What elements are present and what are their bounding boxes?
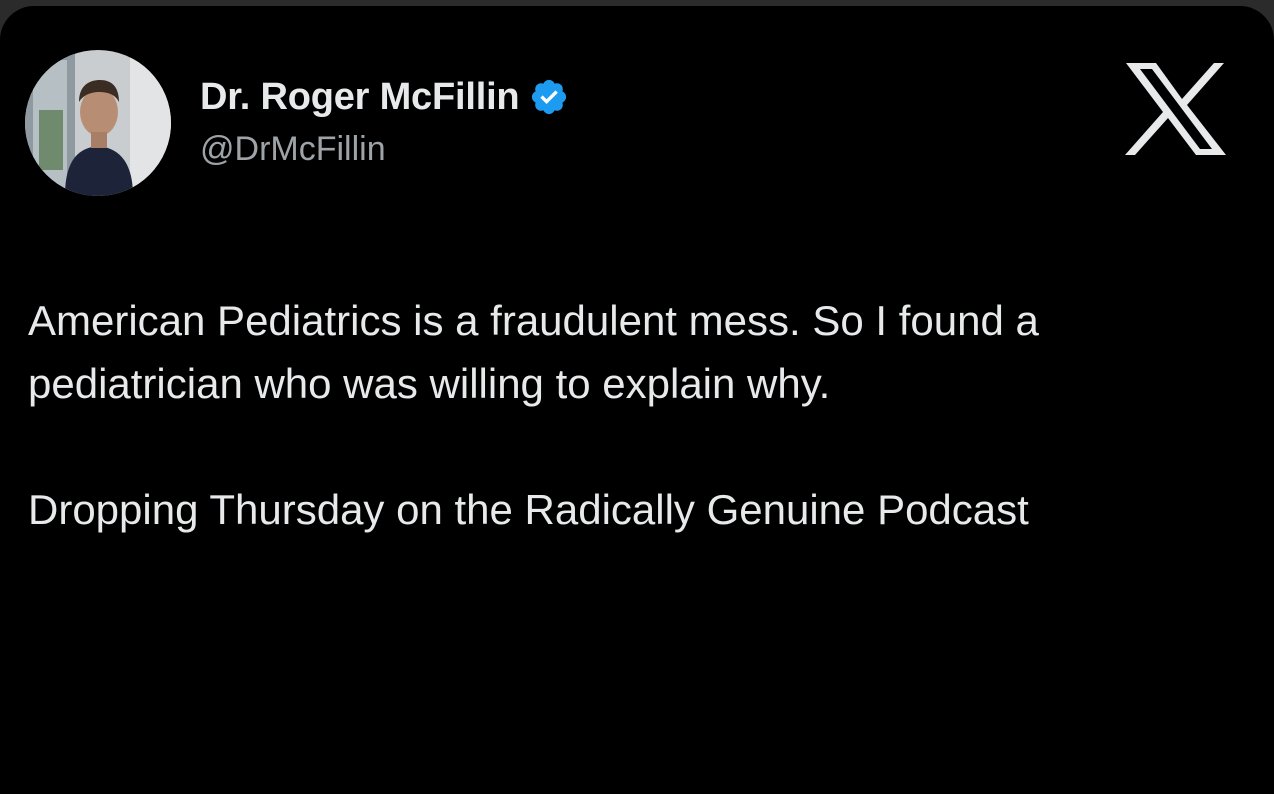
x-logo-icon[interactable] [1124,61,1228,157]
author-display-name[interactable]: Dr. Roger McFillin [200,76,520,119]
tweet-paragraph: American Pediatrics is a fraudulent mess… [28,297,1039,407]
tweet-paragraph: Dropping Thursday on the Radically Genui… [28,486,1029,533]
tweet-text: American Pediatrics is a fraudulent mess… [28,289,1228,541]
profile-photo [25,50,171,196]
author-handle[interactable]: @DrMcFillin [200,130,386,169]
author-name-row: Dr. Roger McFillin [200,74,569,120]
verified-badge-icon[interactable] [529,77,569,117]
avatar[interactable] [25,50,171,196]
post-card: Dr. Roger McFillin @DrMcFillin American … [0,6,1274,794]
